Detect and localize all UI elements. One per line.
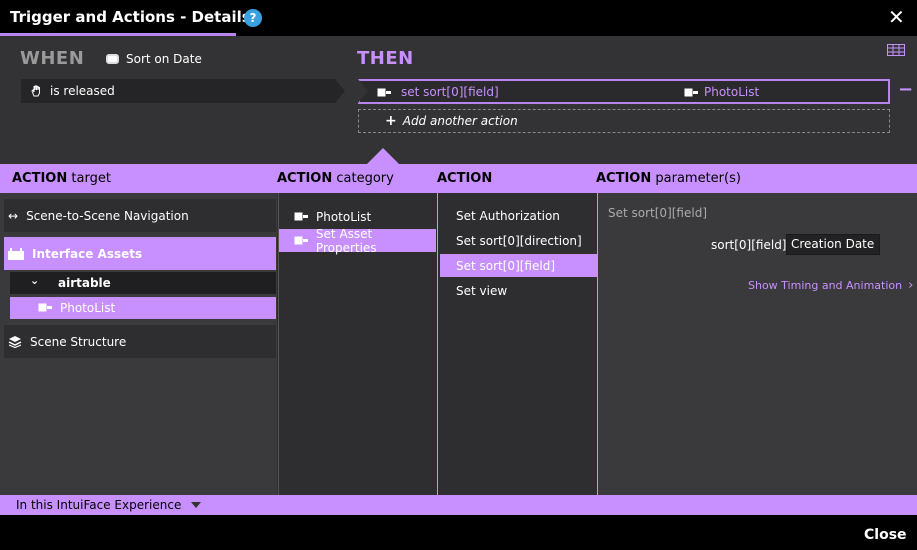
target-label: Scene Structure	[30, 334, 127, 349]
scope-dropdown[interactable]: In this IntuiFace Experience	[16, 498, 202, 512]
target-panel: ↔ Scene-to-Scene Navigation Interface As…	[0, 193, 277, 495]
then-label: THEN	[357, 48, 414, 69]
double-arrow-icon: ↔	[8, 208, 19, 223]
trigger-source[interactable]: Sort on Date	[106, 52, 202, 66]
header-action: ACTION	[437, 171, 493, 186]
category-label: PhotoList	[316, 209, 372, 224]
action-label: Set view	[456, 283, 508, 298]
sort-field-label: sort[0][field]	[711, 238, 787, 252]
action-selection-panels: ↔ Scene-to-Scene Navigation Interface As…	[0, 193, 917, 495]
remove-action-button[interactable]: −	[898, 80, 913, 100]
target-label: Scene-to-Scene Navigation	[26, 208, 189, 223]
action-set-view[interactable]: Set view	[440, 279, 597, 302]
action-set-sort-field[interactable]: Set sort[0][field]	[440, 254, 597, 277]
title-bar: Trigger and Actions - Details ? ✕	[0, 0, 917, 36]
action-asset: PhotoList	[704, 85, 760, 99]
trigger-event[interactable]: is released	[21, 79, 345, 103]
asset-icon	[294, 212, 308, 221]
add-action-button[interactable]: + Add another action	[358, 109, 890, 133]
action-asset-group: PhotoList	[684, 85, 759, 99]
scope-label: In this IntuiFace Experience	[16, 498, 182, 512]
action-set-authorization[interactable]: Set Authorization	[440, 204, 597, 227]
asset-icon	[38, 303, 52, 312]
asset-icon	[377, 88, 391, 96]
category-label: Set Asset Properties	[315, 226, 377, 255]
trigger-source-label: Sort on Date	[126, 52, 202, 66]
header-parameters: ACTION parameter(s)	[596, 171, 741, 186]
target-interface-assets[interactable]: Interface Assets	[4, 237, 276, 270]
parameters-title: Set sort[0][field]	[608, 206, 708, 220]
plus-icon: +	[385, 113, 397, 129]
grid-icon[interactable]	[887, 44, 905, 56]
action-label: Set Authorization	[456, 208, 560, 223]
selection-pointer	[367, 148, 399, 164]
category-photolist[interactable]: PhotoList	[279, 205, 436, 228]
add-action-label: Add another action	[402, 114, 518, 128]
action-name-group: set sort[0][field]	[377, 85, 499, 99]
header-target: ACTION target	[12, 171, 111, 186]
trigger-event-label: is released	[50, 84, 115, 98]
help-icon[interactable]: ?	[244, 9, 262, 27]
when-label: WHEN	[20, 48, 85, 69]
target-airtable[interactable]: ⌄ airtable	[10, 272, 276, 294]
chevron-right-icon: ›	[908, 278, 914, 293]
interface-assets-icon	[8, 247, 24, 260]
action-set-sort-direction[interactable]: Set sort[0][direction]	[440, 229, 597, 252]
action-panel: Set Authorization Set sort[0][direction]…	[437, 193, 597, 495]
sort-field-input[interactable]: Creation Date	[786, 234, 880, 255]
action-name: set sort[0][field]	[401, 85, 499, 99]
category-panel: PhotoList Set Asset Properties	[278, 193, 436, 495]
timing-link-label: Show Timing and Animation	[748, 279, 903, 292]
target-label: Interface Assets	[32, 246, 143, 261]
window-title: Trigger and Actions - Details	[10, 8, 251, 26]
chevron-down-icon: ⌄	[30, 274, 40, 287]
close-button[interactable]: Close	[864, 527, 907, 543]
target-scene-navigation[interactable]: ↔ Scene-to-Scene Navigation	[4, 199, 276, 232]
action-label: Set sort[0][field]	[456, 258, 556, 273]
action-row[interactable]: set sort[0][field] PhotoList	[358, 79, 890, 104]
close-icon[interactable]: ✕	[888, 6, 905, 28]
category-set-asset-properties[interactable]: Set Asset Properties	[279, 226, 436, 255]
asset-icon	[684, 88, 698, 96]
action-label: Set sort[0][direction]	[456, 233, 582, 248]
scope-bar: In this IntuiFace Experience	[0, 495, 917, 515]
target-scene-structure[interactable]: Scene Structure	[4, 325, 276, 358]
trigger-actions-summary: WHEN Sort on Date is released THEN set s…	[0, 36, 917, 164]
layers-icon	[8, 336, 22, 348]
hand-icon	[31, 85, 40, 97]
header-category: ACTION category	[277, 171, 394, 186]
target-label: airtable	[58, 276, 111, 290]
button-icon	[106, 54, 119, 64]
column-headers: ACTION target ACTION category ACTION ACT…	[0, 164, 917, 193]
bottom-bar: Close	[0, 515, 917, 550]
dropdown-arrow-icon	[191, 502, 202, 508]
target-label: PhotoList	[60, 301, 116, 315]
parameters-panel: Set sort[0][field] sort[0][field] Creati…	[597, 193, 917, 495]
show-timing-link[interactable]: Show Timing and Animation ›	[748, 278, 913, 293]
asset-icon	[294, 236, 308, 245]
target-photolist[interactable]: PhotoList	[10, 297, 276, 319]
